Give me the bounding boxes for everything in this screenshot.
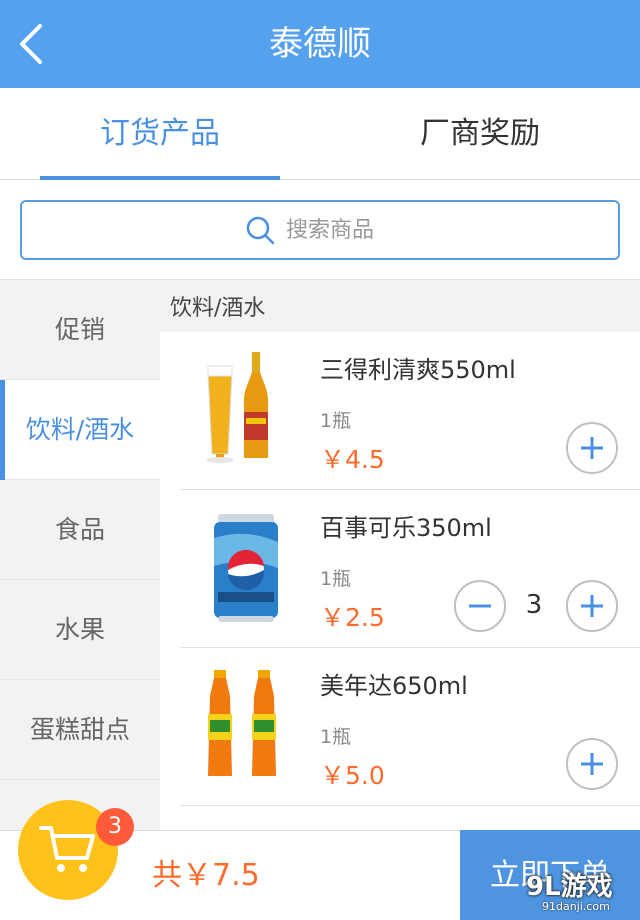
add-button[interactable]: [566, 422, 618, 474]
watermark-url: 91danji.com: [542, 900, 610, 913]
category-header: 饮料/酒水: [160, 280, 640, 332]
product-unit: 1瓶: [320, 410, 352, 432]
product-item[interactable]: 百事可乐350ml 1瓶 ￥2.5 3: [160, 490, 640, 648]
product-item[interactable]: 美年达650ml 1瓶 ￥5.0: [160, 648, 640, 806]
sidebar-item-food[interactable]: 食品: [0, 480, 160, 580]
beer-bottle-glass-icon: [206, 352, 268, 463]
tab-order-products[interactable]: 订货产品: [40, 88, 280, 180]
product-name: 美年达650ml: [320, 672, 468, 700]
watermark-logo: 9L游戏: [526, 872, 613, 902]
tab-bar: 订货产品 厂商奖励: [0, 88, 640, 180]
product-name: 三得利清爽550ml: [320, 356, 516, 384]
plus-icon: [581, 595, 603, 617]
search-icon: [246, 216, 275, 245]
quantity-value: 3: [525, 590, 543, 620]
add-button[interactable]: [566, 738, 618, 790]
product-price: ￥2.5: [320, 603, 385, 632]
search-area: [0, 180, 640, 280]
divider: [180, 805, 640, 806]
minus-icon: [469, 604, 491, 608]
category-title: 饮料/酒水: [170, 296, 266, 321]
tab-vendor-rewards[interactable]: 厂商奖励: [360, 88, 600, 180]
product-name: 百事可乐350ml: [320, 514, 492, 542]
search-input[interactable]: [286, 217, 396, 243]
plus-icon: [581, 753, 603, 775]
add-button[interactable]: [566, 580, 618, 632]
sidebar-item-promotion[interactable]: 促销: [0, 280, 160, 380]
product-unit: 1瓶: [320, 568, 352, 590]
top-bar: 泰德顺: [0, 0, 640, 88]
category-sidebar: 促销 饮料/酒水 食品 水果 蛋糕甜点: [0, 280, 160, 830]
mirinda-bottles-icon: [208, 670, 276, 776]
product-list: 饮料/酒水 三得利清爽550ml 1瓶 ￥4.5 百事可乐350ml 1瓶 ￥2…: [160, 280, 640, 830]
plus-icon: [581, 437, 603, 459]
sidebar-item-beverages[interactable]: 饮料/酒水: [0, 380, 160, 480]
pepsi-can-icon: [214, 514, 278, 622]
product-price: ￥5.0: [320, 761, 385, 790]
product-item[interactable]: 三得利清爽550ml 1瓶 ￥4.5: [160, 332, 640, 490]
product-unit: 1瓶: [320, 726, 352, 748]
sidebar-item-fruit[interactable]: 水果: [0, 580, 160, 680]
cart-total: 共￥7.5: [152, 858, 260, 893]
sidebar-item-cakes[interactable]: 蛋糕甜点: [0, 680, 160, 780]
watermark: 9L游戏 91danji.com: [520, 862, 640, 920]
search-box[interactable]: [20, 200, 620, 260]
page-title: 泰德顺: [269, 24, 371, 64]
product-price: ￥4.5: [320, 445, 385, 474]
shopping-cart-icon: [39, 826, 95, 872]
cart-count-badge: 3: [96, 808, 134, 846]
decrease-button[interactable]: [454, 580, 506, 632]
